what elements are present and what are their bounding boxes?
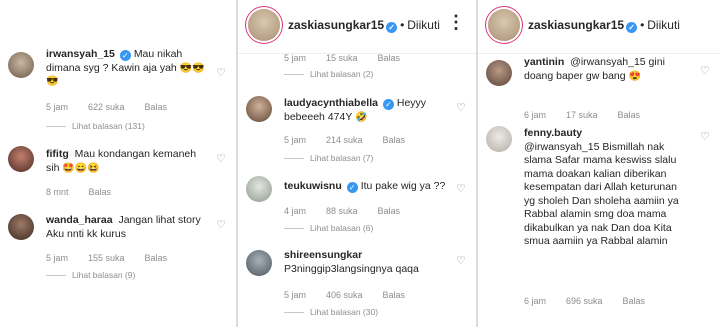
emoji: 🤣 (355, 111, 368, 123)
like-heart-icon[interactable]: ♡ (216, 68, 226, 79)
comment-username[interactable]: fenny.bauty (524, 127, 582, 139)
more-options-icon[interactable]: ⋮ (447, 12, 466, 33)
comment-text: @irwansyah_15 Bismillah nak slama Safar … (524, 140, 679, 248)
view-replies-link[interactable]: Lihat balasan (6) (284, 223, 373, 233)
header-username[interactable]: zaskiasungkar15 (288, 18, 384, 32)
top-comment-meta: 5 jam 15 suka Balas (284, 53, 420, 63)
like-heart-icon[interactable]: ♡ (700, 66, 710, 77)
comment-time: 5 jam (46, 253, 69, 263)
comment-username[interactable]: teukuwisnu (284, 180, 342, 192)
avatar[interactable] (246, 250, 272, 276)
verified-badge-icon: ✓ (119, 50, 131, 61)
comment-time: 5 jam (284, 53, 307, 63)
view-replies-link[interactable]: Lihat balasan (2) (284, 69, 373, 79)
comment-text: Itu pake wig ya ?? (360, 180, 446, 192)
separator-dot: • (640, 18, 645, 32)
verified-badge-icon: ✓ (382, 99, 394, 110)
header-username[interactable]: zaskiasungkar15 (528, 18, 624, 32)
screenshot-panel-1: irwansyah_15 ✓ Mau nikah dimana syg ? Kaw… (0, 0, 236, 327)
reply-button[interactable]: Balas (89, 187, 112, 197)
view-replies-link[interactable]: Lihat balasan (7) (284, 153, 373, 163)
reply-button[interactable]: Balas (378, 53, 401, 63)
like-heart-icon[interactable]: ♡ (700, 132, 710, 143)
reply-button[interactable]: Balas (145, 102, 168, 112)
like-heart-icon[interactable]: ♡ (216, 220, 226, 231)
emoji: 🤩😄😆 (62, 162, 100, 174)
like-heart-icon[interactable]: ♡ (216, 154, 226, 165)
follow-status[interactable]: Diikuti (407, 18, 440, 32)
like-heart-icon[interactable]: ♡ (456, 184, 466, 195)
reply-button[interactable]: Balas (623, 296, 646, 306)
comment-time: 5 jam (284, 135, 307, 145)
view-replies-link[interactable]: Lihat balasan (9) (46, 270, 135, 280)
comment-username[interactable]: fifitg (46, 148, 69, 160)
avatar[interactable] (246, 96, 272, 122)
avatar[interactable] (486, 60, 512, 86)
view-replies-link[interactable]: Lihat balasan (30) (284, 307, 378, 317)
profile-avatar[interactable] (488, 9, 520, 41)
comment-username[interactable]: wanda_haraa (46, 214, 113, 226)
comment-username[interactable]: irwansyah_15 (46, 48, 115, 60)
reply-button[interactable]: Balas (383, 290, 406, 300)
emoji: 😍 (628, 70, 641, 82)
like-count[interactable]: 696 suka (566, 296, 603, 306)
verified-badge-icon: ✓ (386, 22, 398, 33)
comment-time: 5 jam (284, 290, 307, 300)
follow-status[interactable]: Diikuti (647, 18, 680, 32)
reply-button[interactable]: Balas (145, 253, 168, 263)
profile-avatar[interactable] (248, 9, 280, 41)
comment-time: 5 jam (46, 102, 69, 112)
screenshot-panel-3: yantinin @irwansyah_15 gini doang baper … (478, 0, 720, 327)
comment-username[interactable]: laudyacynthiabella (284, 97, 378, 109)
like-count[interactable]: 17 suka (566, 110, 598, 120)
like-heart-icon[interactable]: ♡ (456, 256, 466, 267)
like-count[interactable]: 155 suka (88, 253, 125, 263)
avatar[interactable] (246, 176, 272, 202)
avatar[interactable] (8, 214, 34, 240)
post-header: zaskiasungkar15 ✓ • Diikuti (478, 0, 720, 54)
like-count[interactable]: 88 suka (326, 206, 358, 216)
like-heart-icon[interactable]: ♡ (456, 103, 466, 114)
like-count[interactable]: 15 suka (326, 53, 358, 63)
comment-time: 4 jam (284, 206, 307, 216)
separator-dot: • (400, 18, 405, 32)
view-replies-link[interactable]: Lihat balasan (131) (46, 121, 145, 131)
post-header: zaskiasungkar15 ✓ • Diikuti ⋮ (238, 0, 476, 54)
comment-time: 6 jam (524, 296, 547, 306)
like-count[interactable]: 406 suka (326, 290, 363, 300)
like-count[interactable]: 622 suka (88, 102, 125, 112)
avatar[interactable] (8, 52, 34, 78)
comment-text: P3ninggip3langsingnya qaqa (284, 262, 419, 275)
like-count[interactable]: 214 suka (326, 135, 363, 145)
comment-username[interactable]: yantinin (524, 56, 564, 68)
comment-time: 8 mnt (46, 187, 69, 197)
avatar[interactable] (486, 126, 512, 152)
comment-username[interactable]: shireensungkar (284, 249, 362, 261)
reply-button[interactable]: Balas (383, 135, 406, 145)
avatar[interactable] (8, 146, 34, 172)
verified-badge-icon: ✓ (346, 182, 358, 193)
reply-button[interactable]: Balas (378, 206, 401, 216)
verified-badge-icon: ✓ (626, 22, 638, 33)
comment-time: 6 jam (524, 110, 547, 120)
screenshot-panel-2: zaskiasungkar15 ✓ • Diikuti ⋮ 5 jam 15 suka B… (238, 0, 476, 327)
reply-button[interactable]: Balas (618, 110, 641, 120)
